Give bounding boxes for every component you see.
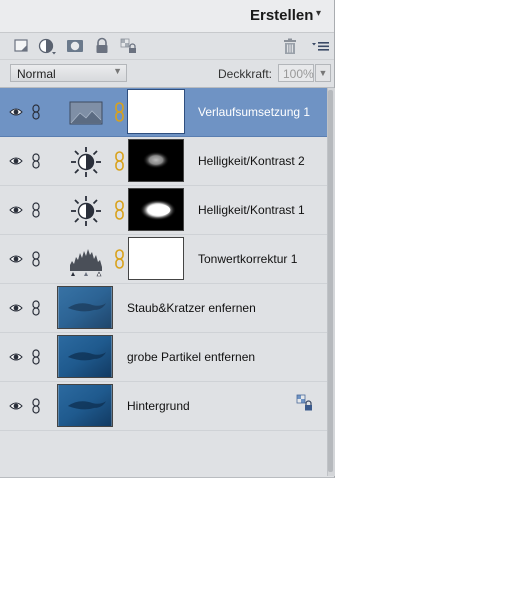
chain-icon[interactable] bbox=[115, 249, 124, 269]
link-icon[interactable] bbox=[31, 202, 41, 218]
layer-name: Verlaufsumsetzung 1 bbox=[198, 105, 311, 119]
link-icon[interactable] bbox=[31, 398, 41, 414]
adjustment-layer-icon[interactable] bbox=[37, 36, 57, 56]
opacity-label: Deckkraft: bbox=[218, 67, 273, 81]
layers-panel: Erstellen ▾ Normal ▼ Deckkraft: 100% ▼ V… bbox=[0, 0, 335, 478]
layer-row[interactable]: grobe Partikel entfernen bbox=[0, 333, 327, 382]
layer-mask-thumbnail[interactable] bbox=[128, 139, 184, 182]
eye-icon[interactable] bbox=[9, 301, 23, 315]
lock-icon[interactable] bbox=[92, 36, 112, 56]
opacity-dropdown-button[interactable]: ▼ bbox=[315, 64, 331, 82]
layer-mask-icon[interactable] bbox=[65, 36, 85, 56]
layers-toolbar bbox=[0, 33, 334, 60]
layer-name: Helligkeit/Kontrast 2 bbox=[198, 154, 305, 168]
lock-transparency-icon[interactable] bbox=[296, 394, 314, 412]
blend-mode-value: Normal bbox=[17, 67, 56, 81]
eye-icon[interactable] bbox=[9, 350, 23, 364]
panel-header: Erstellen ▾ bbox=[0, 0, 334, 33]
chain-icon[interactable] bbox=[115, 102, 124, 122]
layer-row[interactable]: Hintergrund bbox=[0, 382, 327, 431]
link-icon[interactable] bbox=[31, 251, 41, 267]
eye-icon[interactable] bbox=[9, 105, 23, 119]
layer-mask-thumbnail[interactable] bbox=[127, 89, 185, 134]
eye-icon[interactable] bbox=[9, 154, 23, 168]
layer-name: grobe Partikel entfernen bbox=[127, 350, 256, 364]
eye-icon[interactable] bbox=[9, 252, 23, 266]
layer-name: Staub&Kratzer enfernen bbox=[127, 301, 256, 315]
link-icon[interactable] bbox=[31, 300, 41, 316]
chevron-down-icon[interactable]: ▾ bbox=[316, 8, 321, 19]
chain-icon[interactable] bbox=[115, 200, 124, 220]
levels-histogram-icon bbox=[70, 249, 102, 277]
brightness-contrast-icon bbox=[71, 196, 101, 226]
new-layer-icon[interactable] bbox=[12, 36, 32, 56]
gradient-map-icon bbox=[69, 101, 103, 125]
lock-transparency-icon[interactable] bbox=[119, 36, 139, 56]
layer-thumbnail[interactable] bbox=[57, 384, 113, 427]
brightness-contrast-icon bbox=[71, 147, 101, 177]
layer-name: Tonwertkorrektur 1 bbox=[198, 252, 298, 266]
trash-icon[interactable] bbox=[280, 36, 300, 56]
eye-icon[interactable] bbox=[9, 203, 23, 217]
opacity-field[interactable]: 100% bbox=[278, 64, 314, 82]
link-icon[interactable] bbox=[31, 349, 41, 365]
layer-name: Helligkeit/Kontrast 1 bbox=[198, 203, 305, 217]
scrollbar-thumb[interactable] bbox=[328, 90, 333, 472]
panel-menu-icon[interactable] bbox=[311, 36, 331, 56]
layer-thumbnail[interactable] bbox=[57, 335, 113, 378]
eye-icon[interactable] bbox=[9, 399, 23, 413]
link-icon[interactable] bbox=[31, 104, 41, 120]
layer-row[interactable]: Tonwertkorrektur 1 bbox=[0, 235, 327, 284]
chevron-down-icon: ▼ bbox=[113, 66, 122, 76]
layer-row[interactable]: Helligkeit/Kontrast 2 bbox=[0, 137, 327, 186]
layer-row[interactable]: Staub&Kratzer enfernen bbox=[0, 284, 327, 333]
link-icon[interactable] bbox=[31, 153, 41, 169]
layer-row[interactable]: Helligkeit/Kontrast 1 bbox=[0, 186, 327, 235]
create-menu-label[interactable]: Erstellen bbox=[250, 7, 313, 24]
blend-mode-select[interactable]: Normal ▼ bbox=[10, 64, 127, 82]
layer-options-bar: Normal ▼ Deckkraft: 100% ▼ bbox=[0, 60, 334, 88]
layer-mask-thumbnail[interactable] bbox=[128, 237, 184, 280]
layer-thumbnail[interactable] bbox=[57, 286, 113, 329]
layer-row[interactable]: Verlaufsumsetzung 1 bbox=[0, 88, 327, 137]
chain-icon[interactable] bbox=[115, 151, 124, 171]
layer-list: Verlaufsumsetzung 1 Helligkeit/Kontrast … bbox=[0, 88, 327, 477]
layer-name: Hintergrund bbox=[127, 399, 190, 413]
layer-mask-thumbnail[interactable] bbox=[128, 188, 184, 231]
